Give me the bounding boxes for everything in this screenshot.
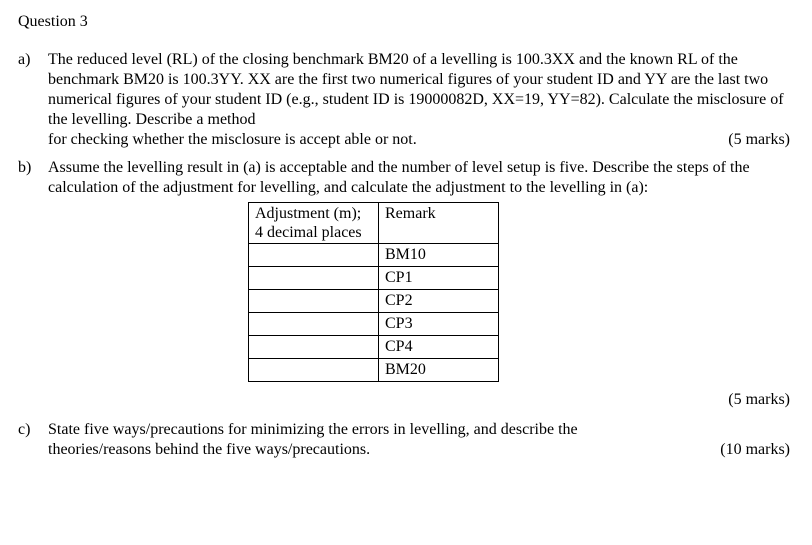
part-a-last-line: for checking whether the misclosure is a… (48, 130, 790, 150)
table-row: BM20 (249, 359, 499, 382)
cell-remark: CP2 (379, 290, 499, 313)
cell-adj (249, 313, 379, 336)
header-remark: Remark (379, 203, 499, 244)
question-title: Question 3 (18, 12, 790, 32)
part-a-body: The reduced level (RL) of the closing be… (48, 50, 790, 150)
part-b-label: b) (18, 158, 48, 178)
table-row: CP4 (249, 336, 499, 359)
header-adj-line1: Adjustment (m); (255, 205, 361, 222)
cell-adj (249, 244, 379, 267)
header-adj-line2: 4 decimal places (255, 224, 362, 241)
cell-adj (249, 290, 379, 313)
part-a-marks: (5 marks) (718, 130, 790, 150)
part-c-last-line: theories/reasons behind the five ways/pr… (48, 440, 790, 460)
cell-adj (249, 267, 379, 290)
part-c-text-last: theories/reasons behind the five ways/pr… (48, 440, 370, 460)
part-b-marks: (5 marks) (18, 390, 790, 410)
part-c-body: State five ways/precautions for minimizi… (48, 420, 790, 460)
part-b-text: Assume the levelling result in (a) is ac… (48, 158, 790, 198)
part-a-text-last: for checking whether the misclosure is a… (48, 130, 417, 150)
table-header-row: Adjustment (m); 4 decimal places Remark (249, 203, 499, 244)
part-c-label: c) (18, 420, 48, 440)
cell-remark: BM20 (379, 359, 499, 382)
table-row: BM10 (249, 244, 499, 267)
table-row: CP3 (249, 313, 499, 336)
adjustment-table: Adjustment (m); 4 decimal places Remark … (248, 202, 499, 382)
part-a-label: a) (18, 50, 48, 70)
part-a-text-main: The reduced level (RL) of the closing be… (48, 51, 784, 128)
part-c: c) State five ways/precautions for minim… (18, 420, 790, 460)
cell-remark: CP1 (379, 267, 499, 290)
cell-adj (249, 336, 379, 359)
part-c-text-main: State five ways/precautions for minimizi… (48, 421, 578, 438)
table-row: CP2 (249, 290, 499, 313)
header-adjustment: Adjustment (m); 4 decimal places (249, 203, 379, 244)
cell-remark: BM10 (379, 244, 499, 267)
part-b-body: Assume the levelling result in (a) is ac… (48, 158, 790, 382)
question-page: Question 3 a) The reduced level (RL) of … (0, 0, 812, 480)
part-a: a) The reduced level (RL) of the closing… (18, 50, 790, 150)
cell-remark: CP4 (379, 336, 499, 359)
table-row: CP1 (249, 267, 499, 290)
cell-adj (249, 359, 379, 382)
part-b: b) Assume the levelling result in (a) is… (18, 158, 790, 382)
part-c-marks: (10 marks) (710, 440, 790, 460)
cell-remark: CP3 (379, 313, 499, 336)
